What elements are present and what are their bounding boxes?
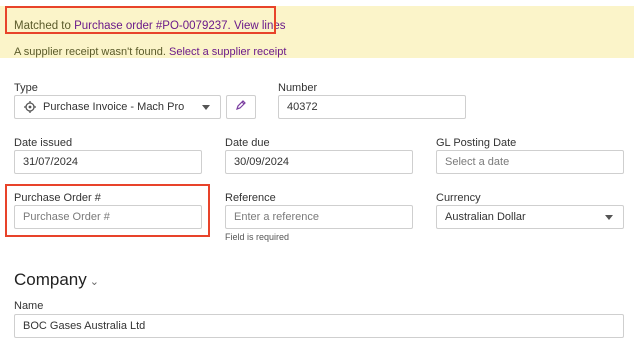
date-due-label: Date due	[225, 137, 270, 149]
reference-input[interactable]: Enter a reference	[225, 205, 413, 229]
gl-posting-date-label: GL Posting Date	[436, 137, 517, 149]
currency-select[interactable]: Australian Dollar	[436, 205, 624, 229]
chevron-down-icon	[605, 215, 613, 220]
match-message: Matched to Purchase order #PO-0079237. V…	[14, 20, 286, 32]
gear-icon	[24, 96, 36, 118]
pencil-icon	[235, 98, 247, 116]
reference-required-hint: Field is required	[225, 232, 290, 242]
date-issued-input[interactable]: 31/07/2024	[14, 150, 202, 174]
company-name-label: Name	[14, 300, 44, 312]
date-issued-label: Date issued	[14, 137, 73, 149]
view-lines-link[interactable]: View lines	[234, 20, 286, 32]
chevron-down-icon	[202, 105, 210, 110]
company-section-toggle[interactable]: Company ⌄	[14, 270, 99, 290]
currency-label: Currency	[436, 192, 481, 204]
edit-type-button[interactable]	[226, 95, 256, 119]
reference-label: Reference	[225, 192, 276, 204]
purchase-order-link[interactable]: Purchase order #PO-0079237.	[74, 20, 231, 32]
currency-value: Australian Dollar	[445, 211, 526, 223]
chevron-down-icon: ⌄	[89, 276, 99, 288]
receipt-not-found-text: A supplier receipt wasn't found.	[14, 46, 166, 58]
purchase-order-input[interactable]: Purchase Order #	[14, 205, 202, 229]
company-name-input[interactable]: BOC Gases Australia Ltd	[14, 314, 624, 338]
type-value: Purchase Invoice - Mach Pro	[43, 101, 185, 113]
date-due-input[interactable]: 30/09/2024	[225, 150, 413, 174]
number-label: Number	[278, 82, 318, 94]
number-input[interactable]: 40372	[278, 95, 466, 119]
match-banner: Matched to Purchase order #PO-0079237. V…	[0, 6, 634, 58]
company-title: Company	[14, 270, 87, 289]
purchase-order-label: Purchase Order #	[14, 192, 101, 204]
type-label: Type	[14, 82, 38, 94]
match-prefix: Matched to	[14, 20, 75, 32]
type-select[interactable]: Purchase Invoice - Mach Pro	[14, 95, 221, 119]
gl-posting-date-input[interactable]: Select a date	[436, 150, 624, 174]
select-receipt-link[interactable]: Select a supplier receipt	[169, 46, 286, 58]
receipt-message: A supplier receipt wasn't found. Select …	[14, 46, 286, 58]
